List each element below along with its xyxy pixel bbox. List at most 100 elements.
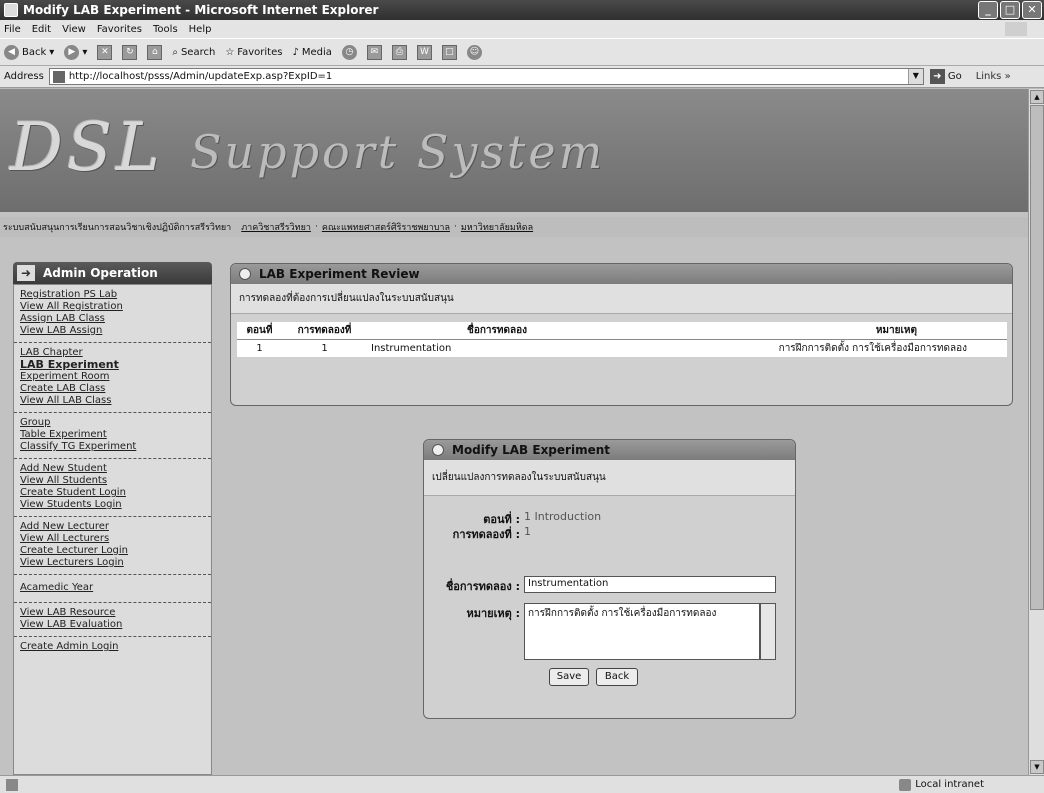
sidebar-header: ➜ Admin Operation (13, 262, 212, 284)
page-scrollbar[interactable]: ▲ ▼ (1028, 89, 1044, 775)
save-button[interactable]: Save (549, 668, 589, 686)
window-titlebar: Modify LAB Experiment - Microsoft Intern… (0, 0, 1044, 20)
stop-icon: ✕ (97, 44, 113, 60)
sidebar-link-lab-experiment[interactable]: LAB Experiment (20, 359, 205, 371)
sidebar-group-group: Group Table Experiment Classify TG Exper… (14, 413, 211, 459)
sidebar-group-year: Acamedic Year (14, 575, 211, 603)
experiment-name-label: ชื่อการทดลอง : (445, 580, 520, 593)
cell-experiment-name: Instrumentation (371, 343, 452, 354)
link-physiology-dept[interactable]: ภาควิชาสรีรวิทยา (241, 220, 311, 234)
menu-view[interactable]: View (62, 24, 86, 35)
sidebar-link-view-all-registration[interactable]: View All Registration (20, 301, 205, 313)
scroll-down-icon[interactable]: ▼ (1030, 760, 1044, 774)
review-table-header: ตอนที่ การทดลองที่ ชื่อการทดลอง หมายเหตุ (237, 322, 1007, 340)
table-row: 1 1 Instrumentation การฝึกการติดตั้ง การ… (237, 339, 1007, 358)
go-arrow-icon: ➜ (929, 69, 945, 84)
home-icon: ⌂ (147, 44, 163, 60)
sidebar-link-experiment-room[interactable]: Experiment Room (20, 371, 205, 383)
link-faculty-medicine[interactable]: คณะแพทยศาสตร์ศิริราชพยาบาล (322, 220, 450, 234)
sidebar-group-registration: Registration PS Lab View All Registratio… (14, 285, 211, 343)
sidebar-link-create-admin-login[interactable]: Create Admin Login (20, 641, 205, 653)
review-table: ตอนที่ การทดลองที่ ชื่อการทดลอง หมายเหตุ… (237, 322, 1007, 357)
panel-icon (239, 268, 251, 280)
sidebar-link-assign-lab-class[interactable]: Assign LAB Class (20, 313, 205, 325)
sidebar-link-view-all-students[interactable]: View All Students (20, 475, 205, 487)
print-button[interactable]: ⎙ (391, 44, 407, 60)
back-button[interactable]: ◀ Back ▾ (4, 44, 54, 60)
back-label: Back (22, 46, 47, 58)
address-input[interactable]: http://localhost/psss/Admin/updateExp.as… (48, 68, 924, 85)
maximize-icon[interactable]: □ (1000, 1, 1020, 19)
sidebar-group-resource: View LAB Resource View LAB Evaluation (14, 603, 211, 637)
window-title: Modify LAB Experiment - Microsoft Intern… (23, 3, 379, 17)
sidebar-group-lab: LAB Chapter LAB Experiment Experiment Ro… (14, 343, 211, 413)
sidebar-link-view-all-lecturers[interactable]: View All Lecturers (20, 533, 205, 545)
sidebar-link-create-lab-class[interactable]: Create LAB Class (20, 383, 205, 395)
experiment-name-input[interactable]: Instrumentation (524, 576, 776, 593)
menu-favorites[interactable]: Favorites (97, 24, 142, 35)
sidebar-link-view-lecturers-login[interactable]: View Lecturers Login (20, 557, 205, 569)
sidebar-link-add-new-lecturer[interactable]: Add New Lecturer (20, 521, 205, 533)
search-button[interactable]: ⌕ Search (172, 47, 215, 58)
discuss-button[interactable]: □ (441, 44, 457, 60)
media-button[interactable]: ♪ Media (292, 47, 331, 58)
sidebar-group-students: Add New Student View All Students Create… (14, 459, 211, 517)
chapter-value: 1 Introduction (524, 510, 602, 523)
sidebar-link-classify-tg-experiment[interactable]: Classify TG Experiment (20, 441, 205, 453)
menu-help[interactable]: Help (189, 24, 212, 35)
menu-file[interactable]: File (4, 24, 21, 35)
note-textarea[interactable]: การฝึกการติดตั้ง การใช้เครื่องมือการทดลอ… (524, 603, 760, 660)
scroll-thumb[interactable] (1030, 105, 1044, 610)
browser-toolbar: ◀ Back ▾ ▶ ▾ ✕ ↻ ⌂ ⌕ Search ☆ Favorites … (0, 38, 1044, 66)
sidebar-link-view-lab-assign[interactable]: View LAB Assign (20, 325, 205, 337)
messenger-button[interactable]: ☺ (466, 44, 482, 60)
sidebar-link-view-students-login[interactable]: View Students Login (20, 499, 205, 511)
sidebar-link-group[interactable]: Group (20, 417, 205, 429)
menu-bar: File Edit View Favorites Tools Help (0, 20, 1044, 38)
back-form-button[interactable]: Back (596, 668, 638, 686)
note-scrollbar[interactable] (760, 603, 776, 660)
word-icon: W (416, 44, 432, 60)
media-icon: ♪ (292, 46, 299, 58)
experiment-no-value: 1 (524, 525, 531, 538)
close-icon[interactable]: ✕ (1022, 1, 1042, 19)
note-label: หมายเหตุ : (466, 607, 520, 620)
sidebar-link-view-lab-evaluation[interactable]: View LAB Evaluation (20, 619, 205, 631)
status-page-icon (6, 778, 18, 791)
sidebar-link-create-student-login[interactable]: Create Student Login (20, 487, 205, 499)
mail-button[interactable]: ✉ (366, 44, 382, 60)
sidebar-link-view-all-lab-class[interactable]: View All LAB Class (20, 395, 205, 407)
menu-tools[interactable]: Tools (153, 24, 178, 35)
sidebar-link-academic-year[interactable]: Acamedic Year (20, 582, 205, 594)
sidebar-link-create-lecturer-login[interactable]: Create Lecturer Login (20, 545, 205, 557)
separator: · (314, 222, 318, 232)
minimize-icon[interactable]: _ (978, 1, 998, 19)
stop-button[interactable]: ✕ (97, 44, 113, 60)
back-dropdown-icon[interactable]: ▾ (49, 47, 54, 58)
sidebar-link-registration-ps-lab[interactable]: Registration PS Lab (20, 289, 205, 301)
site-logo: DSL (10, 109, 164, 186)
refresh-button[interactable]: ↻ (122, 44, 138, 60)
sidebar-link-table-experiment[interactable]: Table Experiment (20, 429, 205, 441)
scroll-up-icon[interactable]: ▲ (1030, 90, 1044, 104)
links-button[interactable]: Links » (976, 71, 1011, 82)
favorites-label: Favorites (237, 46, 283, 58)
edit-button[interactable]: W (416, 44, 432, 60)
forward-button[interactable]: ▶ ▾ (64, 44, 87, 60)
menu-edit[interactable]: Edit (32, 24, 51, 35)
refresh-icon: ↻ (122, 44, 138, 60)
sidebar-link-view-lab-resource[interactable]: View LAB Resource (20, 607, 205, 619)
address-dropdown-icon[interactable]: ▼ (907, 69, 923, 84)
go-button[interactable]: ➜ Go (929, 69, 962, 84)
zone-indicator: Local intranet (899, 778, 984, 791)
sidebar-link-add-new-student[interactable]: Add New Student (20, 463, 205, 475)
history-button[interactable]: ◷ (341, 44, 357, 60)
cell-chapter: 1 (256, 343, 263, 354)
forward-dropdown-icon[interactable]: ▾ (82, 47, 87, 58)
discuss-icon: □ (441, 44, 457, 60)
favorites-button[interactable]: ☆ Favorites (225, 47, 282, 58)
review-panel-subtitle: การทดลองที่ต้องการเปลี่ยนแปลงในระบบสนับส… (231, 284, 1012, 314)
link-mahidol-university[interactable]: มหาวิทยาลัยมหิดล (461, 220, 533, 234)
status-bar: Local intranet (0, 775, 1044, 793)
home-button[interactable]: ⌂ (147, 44, 163, 60)
